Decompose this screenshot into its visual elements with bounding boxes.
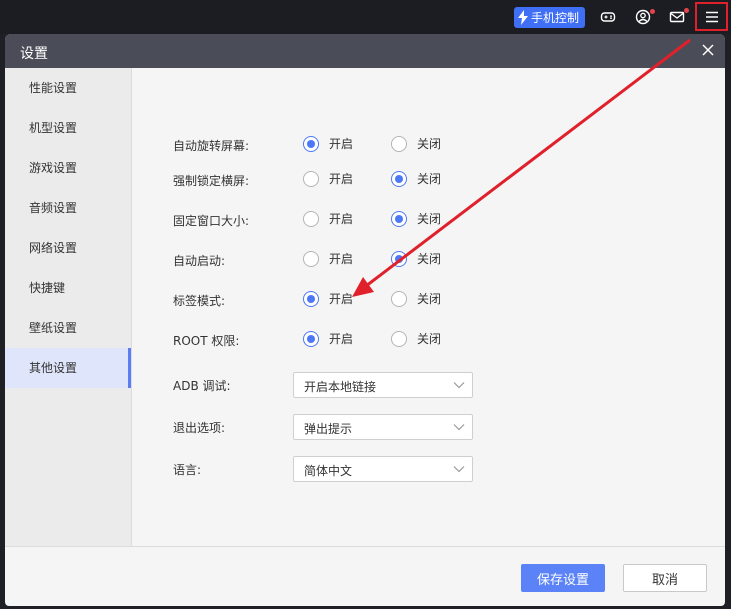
radio-label: 开启 [329, 137, 354, 151]
settings-sidebar: 性能设置 机型设置 游戏设置 音频设置 网络设置 快捷键 壁纸设置 其他设置 [5, 68, 132, 546]
sidebar-item-game[interactable]: 游戏设置 [5, 148, 131, 188]
radio-label: 关闭 [417, 172, 442, 186]
gamepad-icon[interactable] [600, 9, 616, 25]
radio-option-off[interactable]: 关闭 [391, 330, 441, 347]
menu-icon [705, 11, 718, 22]
radio-option-on[interactable]: 开启 [303, 290, 353, 307]
menu-button[interactable] [695, 2, 728, 31]
radio-option-off[interactable]: 关闭 [391, 170, 441, 187]
radio-button[interactable] [303, 170, 319, 187]
setting-label: 语言: [173, 463, 202, 477]
setting-row-adb: ADB 调试: 开启本地链接 [133, 372, 725, 398]
phone-control-label: 手机控制 [531, 11, 580, 25]
radio-label: 关闭 [417, 252, 442, 266]
radio-button[interactable] [303, 330, 319, 347]
sidebar-item-wallpaper[interactable]: 壁纸设置 [5, 308, 131, 348]
user-icon[interactable] [635, 9, 651, 25]
setting-label: 强制锁定横屏: [173, 174, 250, 188]
radio-option-on[interactable]: 开启 [303, 170, 353, 187]
radio-option-off[interactable]: 关闭 [391, 210, 441, 227]
radio-label: 关闭 [417, 137, 442, 151]
radio-option-off[interactable]: 关闭 [391, 135, 441, 152]
select-value: 简体中文 [304, 464, 353, 478]
radio-button[interactable] [303, 135, 319, 152]
adb-select[interactable]: 开启本地链接 [293, 372, 473, 398]
exit-option-select[interactable]: 弹出提示 [293, 414, 473, 440]
chevron-down-icon [453, 466, 465, 473]
radio-button[interactable] [303, 250, 319, 267]
radio-button[interactable] [303, 290, 319, 307]
setting-row-auto-rotate: 自动旋转屏幕: 开启 关闭 [133, 134, 725, 156]
radio-label: 关闭 [417, 212, 442, 226]
setting-label: 退出选项: [173, 421, 226, 435]
sidebar-item-audio[interactable]: 音频设置 [5, 188, 131, 228]
dialog-header: 设置 [5, 34, 725, 68]
radio-label: 开启 [329, 252, 354, 266]
settings-content: 自动旋转屏幕: 开启 关闭 强制锁定横屏: 开启 关闭 固定窗口大小: 开启 关… [133, 68, 725, 546]
radio-button[interactable] [391, 290, 407, 307]
setting-row-fixed-window: 固定窗口大小: 开启 关闭 [133, 209, 725, 231]
radio-option-off[interactable]: 关闭 [391, 250, 441, 267]
chevron-down-icon [453, 424, 465, 431]
settings-dialog: 设置 性能设置 机型设置 游戏设置 音频设置 网络设置 快捷键 壁纸设置 其他设… [5, 34, 725, 606]
top-bar: 手机控制 [0, 0, 731, 34]
radio-label: 开启 [329, 332, 354, 346]
dialog-title: 设置 [20, 46, 48, 62]
sidebar-item-model[interactable]: 机型设置 [5, 108, 131, 148]
phone-control-button[interactable]: 手机控制 [514, 7, 585, 28]
sidebar-item-performance[interactable]: 性能设置 [5, 68, 131, 108]
radio-button[interactable] [391, 170, 407, 187]
sidebar-item-other[interactable]: 其他设置 [5, 348, 131, 388]
setting-row-root: ROOT 权限: 开启 关闭 [133, 329, 725, 351]
setting-row-tab-mode: 标签模式: 开启 关闭 [133, 289, 725, 311]
radio-button[interactable] [303, 210, 319, 227]
setting-row-exit: 退出选项: 弹出提示 [133, 414, 725, 440]
sidebar-item-shortcuts[interactable]: 快捷键 [5, 268, 131, 308]
setting-label: 自动启动: [173, 254, 226, 268]
setting-label: 标签模式: [173, 294, 226, 308]
setting-label: ADB 调试: [173, 379, 231, 393]
setting-label: ROOT 权限: [173, 334, 240, 348]
mail-icon[interactable] [669, 9, 685, 25]
cancel-button[interactable]: 取消 [623, 564, 707, 592]
setting-row-language: 语言: 简体中文 [133, 456, 725, 482]
setting-label: 固定窗口大小: [173, 214, 250, 228]
radio-label: 关闭 [417, 292, 442, 306]
setting-row-force-landscape: 强制锁定横屏: 开启 关闭 [133, 169, 725, 191]
notification-dot [650, 9, 655, 14]
chevron-down-icon [453, 382, 465, 389]
radio-button[interactable] [391, 210, 407, 227]
radio-label: 开启 [329, 292, 354, 306]
radio-button[interactable] [391, 135, 407, 152]
radio-option-on[interactable]: 开启 [303, 330, 353, 347]
lightning-icon [518, 10, 528, 25]
select-value: 开启本地链接 [304, 380, 377, 394]
save-button[interactable]: 保存设置 [521, 564, 605, 592]
language-select[interactable]: 简体中文 [293, 456, 473, 482]
setting-row-auto-start: 自动启动: 开启 关闭 [133, 249, 725, 271]
radio-option-off[interactable]: 关闭 [391, 290, 441, 307]
notification-dot [684, 8, 689, 13]
radio-button[interactable] [391, 250, 407, 267]
select-value: 弹出提示 [304, 422, 353, 436]
radio-option-on[interactable]: 开启 [303, 135, 353, 152]
radio-label: 开启 [329, 212, 354, 226]
radio-label: 开启 [329, 172, 354, 186]
radio-option-on[interactable]: 开启 [303, 250, 353, 267]
radio-label: 关闭 [417, 332, 442, 346]
radio-option-on[interactable]: 开启 [303, 210, 353, 227]
footer-divider [5, 546, 725, 547]
sidebar-item-network[interactable]: 网络设置 [5, 228, 131, 268]
radio-button[interactable] [391, 330, 407, 347]
setting-label: 自动旋转屏幕: [173, 139, 250, 153]
close-icon[interactable] [701, 43, 715, 57]
